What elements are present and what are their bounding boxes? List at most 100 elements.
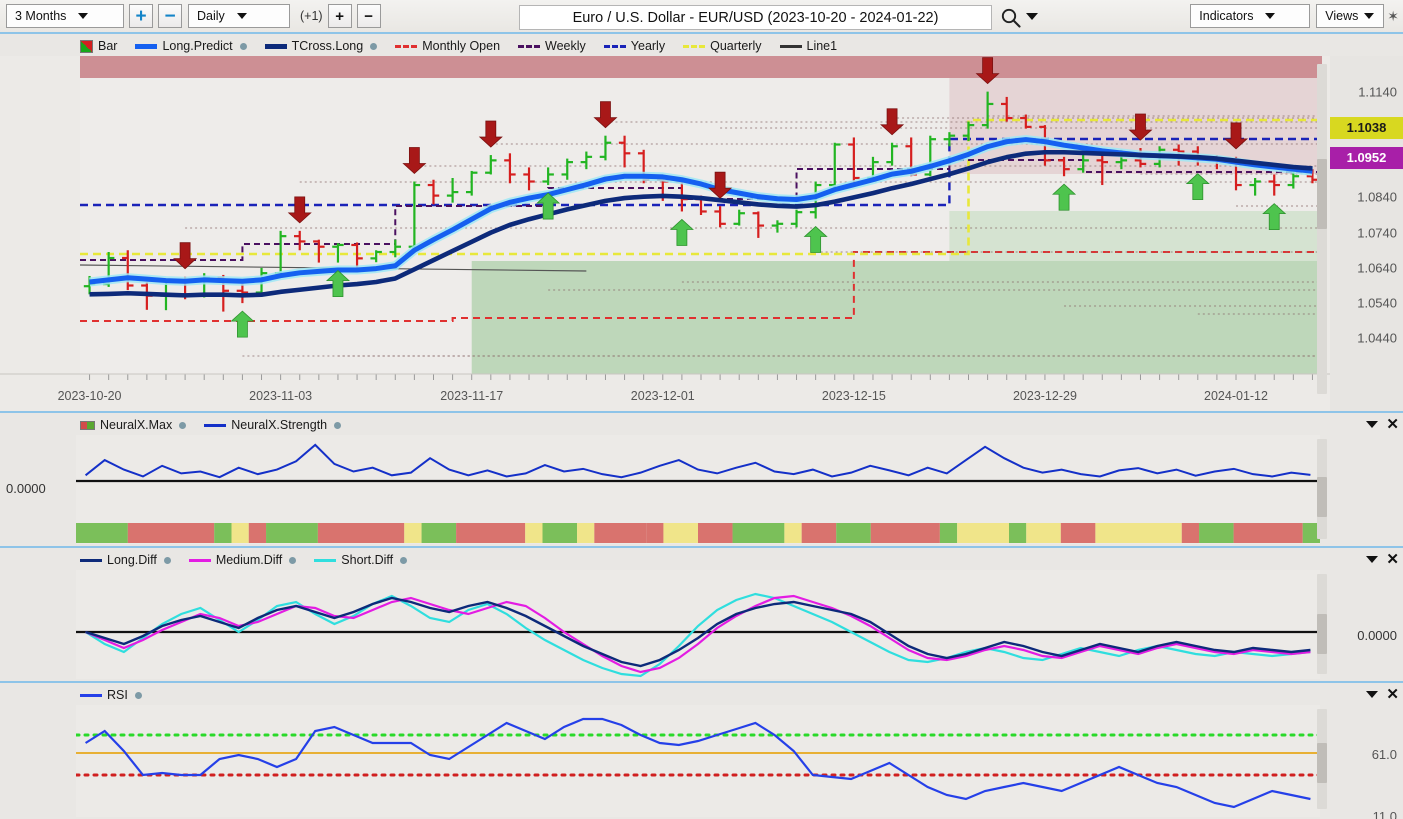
search-options-chevron-down-icon[interactable] <box>1026 13 1038 20</box>
legend-dash-icon <box>683 44 706 48</box>
legend-item[interactable]: Line1 <box>779 39 838 53</box>
current-price-tag[interactable]: 1.0952 <box>1330 146 1403 169</box>
x-axis-label: 2023-12-29 <box>1012 389 1077 403</box>
close-icon[interactable]: ✕ <box>1386 550 1399 568</box>
toolbar-right-group: Indicators Views ✶ <box>1190 4 1399 28</box>
period-select[interactable]: 3 Months <box>6 4 124 28</box>
search-icon[interactable] <box>1000 7 1022 29</box>
chevron-down-icon <box>78 13 89 19</box>
legend-item[interactable]: Medium.Diff <box>188 553 297 567</box>
legend-line-icon <box>314 558 337 562</box>
legend-item[interactable]: NeuralX.Strength <box>204 418 342 432</box>
legend-label: Bar <box>98 39 118 53</box>
neuralx-plot-area[interactable] <box>76 435 1320 544</box>
rsi-vertical-scrollbar[interactable] <box>1317 709 1327 809</box>
rsi-scrollbar-thumb[interactable] <box>1317 743 1327 783</box>
chevron-down-icon[interactable] <box>1366 555 1379 563</box>
neuralx-svg <box>76 435 1320 544</box>
legend-item[interactable]: Weekly <box>518 39 586 53</box>
legend-item[interactable]: Yearly <box>603 39 666 53</box>
legend-item[interactable]: Monthly Open <box>395 39 500 53</box>
legend-item[interactable]: NeuralX.Max <box>80 418 187 432</box>
legend-label: Quarterly <box>710 39 762 53</box>
legend-item[interactable]: Bar <box>80 39 117 53</box>
neuralx-state-cell <box>317 523 405 543</box>
views-select[interactable]: Views <box>1316 4 1385 28</box>
diff-panel: Long.Diff Medium.Diff Short.Diff ✕ 0.0000 <box>0 546 1403 681</box>
legend-settings-dot-icon[interactable] <box>289 556 297 564</box>
x-axis-label: 2023-10-20 <box>57 389 122 403</box>
neuralx-panel: NeuralX.Max NeuralX.Strength ✕ 0.0000 <box>0 411 1403 546</box>
pin-icon[interactable]: ✶ <box>1387 8 1399 25</box>
price-axis-tick: 1.0540 <box>1357 295 1397 311</box>
neuralx-panel-controls: ✕ <box>1366 415 1399 433</box>
neuralx-legend: NeuralX.Max NeuralX.Strength <box>80 416 342 434</box>
price-axis-tick: 1.0440 <box>1357 330 1397 346</box>
legend-settings-dot-icon[interactable] <box>179 421 187 429</box>
zoom-out-button[interactable]: − <box>158 4 182 28</box>
neuralx-vertical-scrollbar[interactable] <box>1317 439 1327 539</box>
legend-item[interactable]: TCross.Long <box>264 39 378 53</box>
chevron-down-icon[interactable] <box>1366 420 1379 428</box>
neuralx-state-cell <box>404 523 422 543</box>
neuralx-state-cell <box>76 523 128 543</box>
price-chart-legend: Bar Long.Predict TCross.Long Monthly Open We… <box>80 37 837 55</box>
legend-label: Line1 <box>806 39 838 53</box>
rsi-plot-area[interactable] <box>76 705 1320 817</box>
neuralx-scrollbar-thumb[interactable] <box>1317 477 1327 517</box>
neuralx-state-cell <box>1009 523 1027 543</box>
x-axis-label: 2023-11-03 <box>249 389 313 403</box>
diff-plot-area[interactable] <box>76 570 1320 679</box>
legend-item[interactable]: Short.Diff <box>314 553 408 567</box>
neuralx-state-cell <box>456 523 526 543</box>
price-axis-tick: 1.1140 <box>1358 84 1397 100</box>
neuralx-state-cell <box>646 523 664 543</box>
interval-select[interactable]: Daily <box>188 4 290 28</box>
legend-dash-icon <box>603 44 626 48</box>
price-vertical-scrollbar[interactable] <box>1317 64 1327 394</box>
indicators-select[interactable]: Indicators <box>1190 4 1311 28</box>
legend-settings-dot-icon[interactable] <box>400 556 408 564</box>
close-icon[interactable]: ✕ <box>1386 685 1399 703</box>
neuralx-state-cell <box>421 523 457 543</box>
diff-scrollbar-thumb[interactable] <box>1317 614 1327 654</box>
legend-settings-dot-icon[interactable] <box>239 42 247 50</box>
legend-item[interactable]: Quarterly <box>683 39 762 53</box>
legend-settings-dot-icon[interactable] <box>370 42 378 50</box>
zoom-in-button[interactable]: + <box>129 4 153 28</box>
diff-vertical-scrollbar[interactable] <box>1317 574 1327 674</box>
bar-swatch-icon <box>80 39 93 53</box>
x-axis-label: 2024-01-12 <box>1204 389 1268 403</box>
legend-item[interactable]: Long.Diff <box>80 553 171 567</box>
legend-item[interactable]: RSI <box>80 688 142 702</box>
rsi-top-label: 61.0 <box>1371 747 1397 762</box>
neuralx-state-cell <box>1233 523 1303 543</box>
predict-price-tag[interactable]: 1.1038 <box>1330 116 1403 139</box>
diff-panel-controls: ✕ <box>1366 550 1399 568</box>
legend-settings-dot-icon[interactable] <box>163 556 171 564</box>
chevron-down-icon <box>236 13 247 19</box>
legend-item[interactable]: Long.Predict <box>135 39 247 53</box>
price-plot-area[interactable]: 2023-10-20 2023-11-03 2023-11-17 2023-12-01… <box>0 56 1330 411</box>
chevron-down-icon[interactable] <box>1366 690 1379 698</box>
bar-add-button[interactable]: + <box>327 4 352 28</box>
legend-label: Long.Diff <box>107 553 157 567</box>
neuralx-zero-label: 0.0000 <box>6 481 46 496</box>
legend-settings-dot-icon[interactable] <box>134 691 142 699</box>
page-title: Euro / U.S. Dollar - EUR/USD (2023-10-20… <box>572 9 939 26</box>
bar-remove-button[interactable]: − <box>356 4 381 28</box>
neuralx-state-cell <box>1199 523 1234 543</box>
chart-title-field[interactable]: Euro / U.S. Dollar - EUR/USD (2023-10-20… <box>519 5 992 30</box>
neuralx-state-cell <box>698 523 733 543</box>
neuralx-state-cell <box>663 523 698 543</box>
price-y-axis[interactable]: 1.1140 1.0840 1.0740 1.0640 1.0540 1.0440 1.10… <box>1330 56 1403 411</box>
main-toolbar: 3 Months + − Daily (+1) + − Euro / U.S. … <box>0 0 1403 34</box>
price-axis-tick: 1.0640 <box>1357 260 1397 276</box>
neuralx-state-cell <box>231 523 249 543</box>
price-scrollbar-thumb[interactable] <box>1317 159 1327 229</box>
legend-settings-dot-icon[interactable] <box>334 421 342 429</box>
neuralx-state-cell <box>127 523 215 543</box>
legend-label: Yearly <box>630 39 666 53</box>
close-icon[interactable]: ✕ <box>1386 415 1399 433</box>
chart-application-window: 3 Months + − Daily (+1) + − Euro / U.S. … <box>0 0 1403 819</box>
